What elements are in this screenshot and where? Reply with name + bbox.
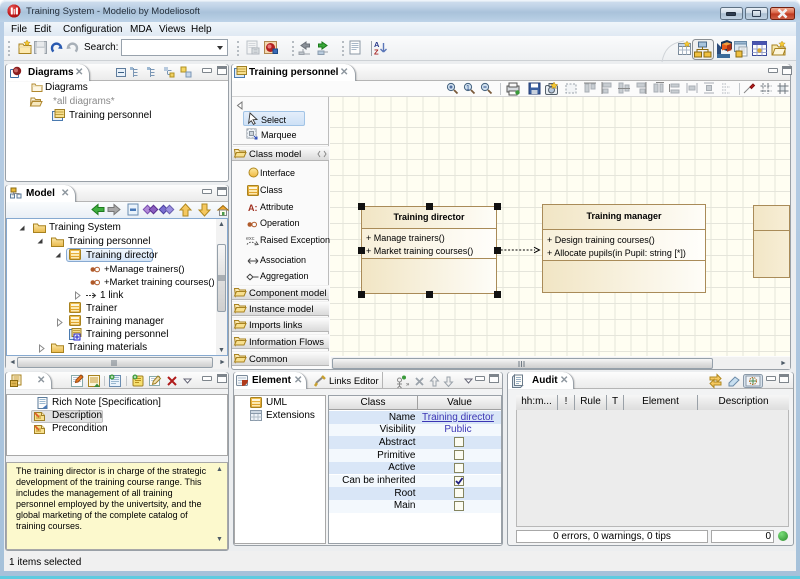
svg-text:»: » <box>406 382 410 388</box>
svg-text:exc: exc <box>246 236 255 242</box>
svg-text:1: 1 <box>466 85 470 92</box>
svg-text:Z: Z <box>374 48 379 57</box>
